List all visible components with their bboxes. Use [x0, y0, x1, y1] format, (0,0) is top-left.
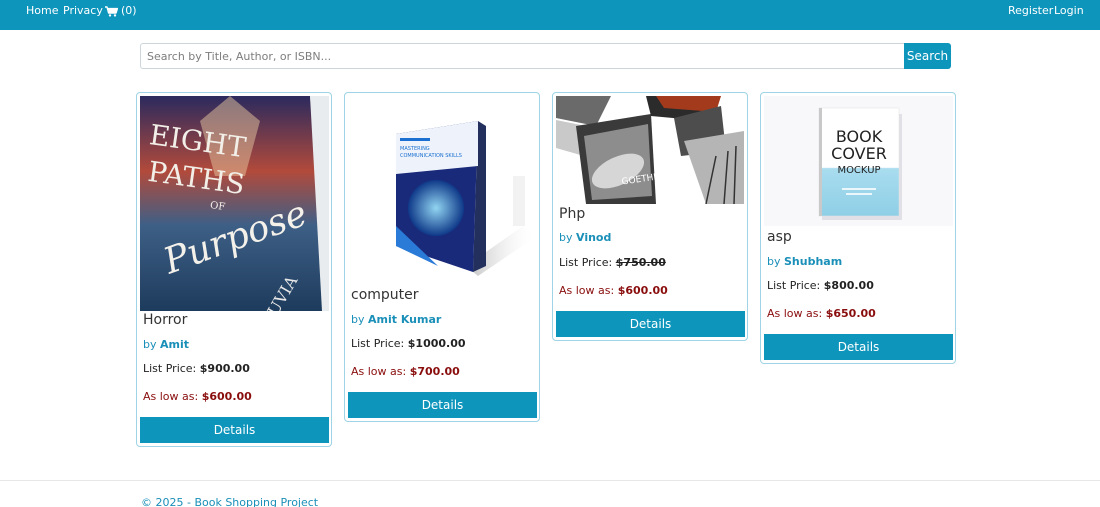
list-price: List Price: $900.00 — [143, 362, 250, 375]
book-cover-image: GOETHE — [556, 96, 745, 204]
details-button[interactable]: Details — [556, 311, 745, 337]
footer-copyright: © 2025 - Book Shopping Project — [141, 496, 319, 507]
sale-price: As low as: $650.00 — [767, 307, 876, 320]
svg-text:OF: OF — [209, 200, 226, 213]
top-navbar: Home Privacy (0) Register Login — [0, 0, 1100, 30]
book-card: MASTERING COMMUNICATION SKILLS computer … — [344, 92, 540, 422]
sale-price: As low as: $600.00 — [143, 390, 252, 403]
book-title: computer — [351, 287, 419, 303]
book-card: BOOK COVER MOCKUP asp by Shubham List Pr… — [760, 92, 956, 364]
list-price: List Price: $800.00 — [767, 279, 874, 292]
footer-divider — [0, 480, 1100, 481]
book-cover-image: EIGHT PATHS OF Purpose TUVIA — [140, 96, 329, 311]
nav-privacy-link[interactable]: Privacy — [63, 4, 103, 18]
book-card: GOETHE Php by Vinod List Price: $750.00 … — [552, 92, 748, 341]
svg-text:MOCKUP: MOCKUP — [837, 165, 880, 176]
details-button[interactable]: Details — [764, 334, 953, 360]
list-price: List Price: $750.00 — [559, 256, 666, 269]
svg-text:COMMUNICATION SKILLS: COMMUNICATION SKILLS — [400, 153, 462, 159]
search-input[interactable] — [140, 43, 905, 69]
book-cover-image: BOOK COVER MOCKUP — [764, 96, 953, 226]
book-author: by Amit — [143, 338, 190, 351]
svg-text:MASTERING: MASTERING — [400, 146, 430, 152]
sale-price: As low as: $600.00 — [559, 284, 668, 297]
book-author: by Amit Kumar — [351, 313, 442, 326]
cart-icon — [105, 5, 118, 17]
author-name[interactable]: Amit Kumar — [368, 313, 441, 326]
nav-register-link[interactable]: Register — [1008, 4, 1053, 18]
list-price: List Price: $1000.00 — [351, 337, 466, 350]
author-name[interactable]: Amit — [160, 338, 189, 351]
details-button[interactable]: Details — [348, 392, 537, 418]
author-name[interactable]: Shubham — [784, 255, 842, 268]
book-author: by Shubham — [767, 255, 843, 268]
book-title: Horror — [143, 312, 188, 328]
details-button[interactable]: Details — [140, 417, 329, 443]
sale-price: As low as: $700.00 — [351, 365, 460, 378]
nav-cart-link[interactable]: (0) — [105, 4, 137, 18]
book-title: Php — [559, 206, 586, 222]
book-author: by Vinod — [559, 231, 612, 244]
book-card: EIGHT PATHS OF Purpose TUVIA Horror by A… — [136, 92, 332, 447]
cart-count: (0) — [121, 4, 137, 17]
book-title: asp — [767, 229, 792, 245]
nav-login-link[interactable]: Login — [1054, 4, 1084, 18]
nav-home-link[interactable]: Home — [26, 4, 58, 18]
book-cover-image: MASTERING COMMUNICATION SKILLS — [348, 96, 537, 284]
search-button[interactable]: Search — [904, 43, 951, 69]
author-name[interactable]: Vinod — [576, 231, 611, 244]
svg-text:COVER: COVER — [831, 144, 887, 163]
